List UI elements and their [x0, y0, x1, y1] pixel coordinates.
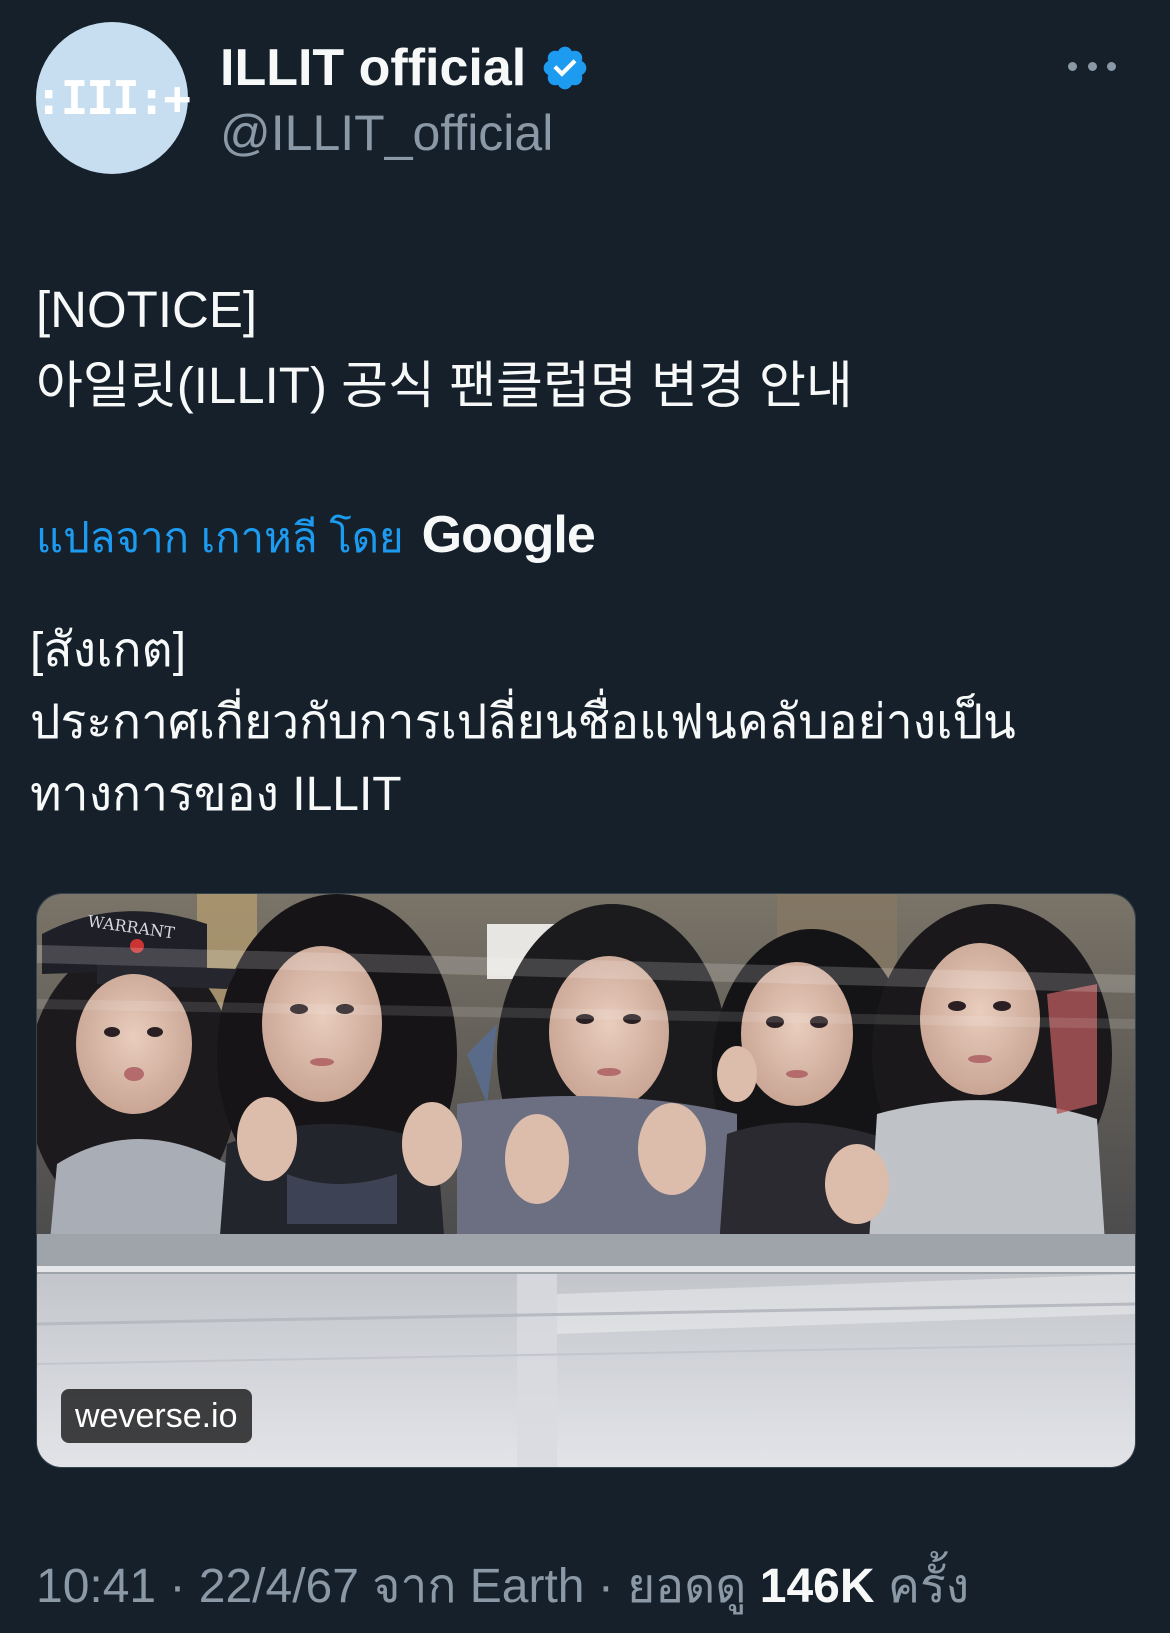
views-suffix: ครั้ง [874, 1560, 970, 1613]
display-name[interactable]: ILLIT official [220, 36, 526, 100]
translation-attribution: แปลจาก เกาหลี โดย Google [36, 505, 596, 571]
tweet-meta: 10:41 · 22/4/67 จาก Earth · ยอดดู 146K ค… [36, 1557, 969, 1617]
group-photo: WARRANT [37, 894, 1135, 1467]
translated-line: [สังเกต] [30, 624, 187, 677]
tweet-date[interactable]: 22/4/67 [199, 1560, 359, 1613]
source-prefix: จาก [358, 1560, 470, 1613]
avatar[interactable]: :III:+ [34, 22, 191, 174]
views-label: ยอดดู [627, 1560, 760, 1613]
translated-line: ประกาศเกี่ยวกับการเปลี่ยนชื่อแฟนคลับอย่า… [30, 696, 1016, 749]
tweet-source[interactable]: Earth [470, 1560, 585, 1613]
tweet-line: 아일릿(ILLIT) 공식 팬클럽명 변경 안내 [36, 357, 853, 414]
translated-text: [สังเกต] ประกาศเกี่ยวกับการเปลี่ยนชื่อแฟ… [30, 615, 1140, 831]
separator: · [584, 1560, 628, 1613]
tweet-line: [NOTICE] [36, 281, 258, 338]
separator: · [156, 1560, 199, 1613]
translated-line: ทางการของ ILLIT [30, 768, 402, 821]
tweet-time[interactable]: 10:41 [36, 1560, 156, 1613]
author-handle[interactable]: @ILLIT_official [220, 102, 553, 164]
tweet-text: [NOTICE] 아일릿(ILLIT) 공식 팬클럽명 변경 안내 [36, 272, 1126, 424]
domain-badge: weverse.io [61, 1389, 252, 1443]
verified-badge-icon [543, 46, 587, 90]
google-logo: Google [421, 506, 596, 564]
author-name-row: ILLIT official [220, 36, 590, 100]
translate-link[interactable]: แปลจาก เกาหลี โดย [36, 505, 404, 571]
avatar-logo: :III:+ [34, 71, 191, 125]
link-card-image[interactable]: WARRANT weverse.io [36, 893, 1136, 1468]
tweet: :III:+ ILLIT official @ILLIT_official [N… [0, 0, 1170, 1633]
more-options-icon[interactable] [1068, 52, 1116, 80]
views-count[interactable]: 146K [760, 1560, 875, 1613]
